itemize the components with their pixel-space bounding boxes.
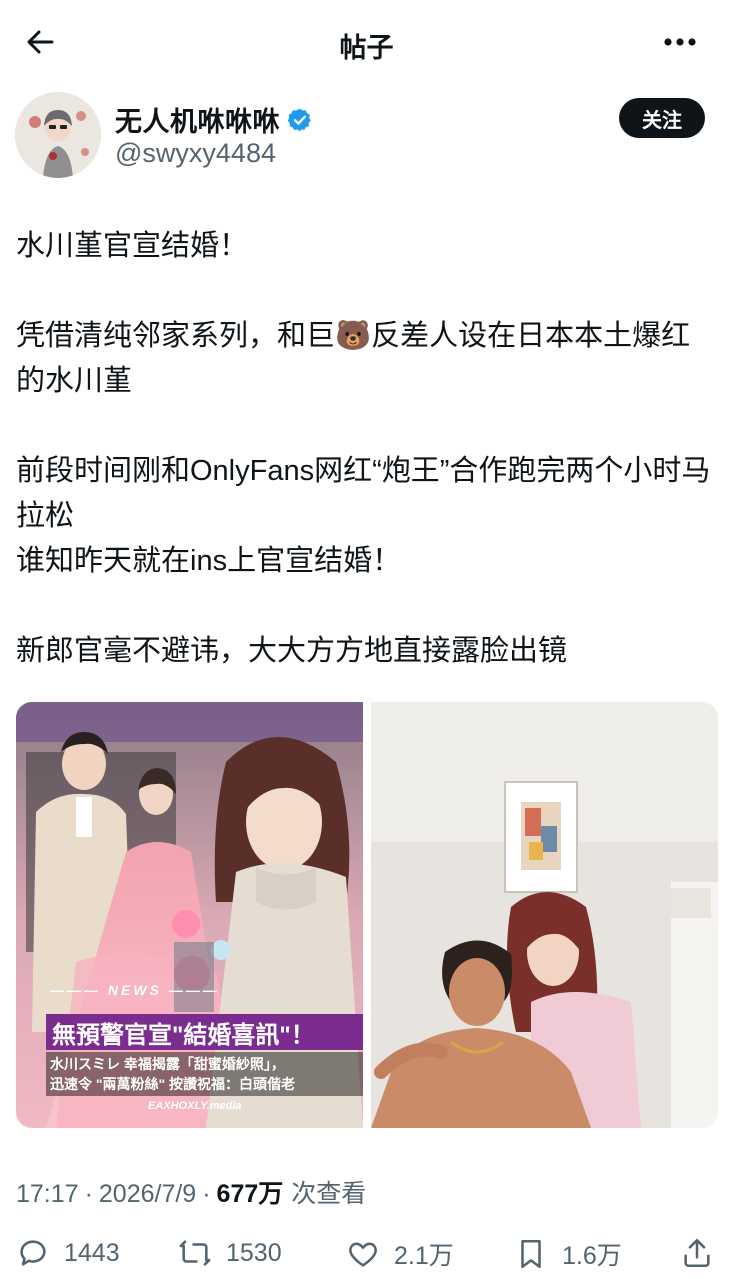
meta-separator: · <box>84 1180 93 1208</box>
post-meta: 17:17 · 2026/7/9 · 677万 次查看 <box>16 1174 366 1210</box>
bookmark-icon <box>521 1239 541 1269</box>
post-paragraph: 前段时间刚和OnlyFans网红“炮王”合作跑完两个小时马拉松 谁知昨天就在in… <box>16 455 711 577</box>
name-row: 无人机咻咻咻 <box>115 100 313 139</box>
follow-button[interactable]: 关注 <box>619 98 705 138</box>
media-image-wedding[interactable]: ——— NEWS ——— 無預警官宣"結婚喜訊"！ 水川スミレ 幸福揭露「甜蜜婚… <box>16 702 363 1128</box>
post-time: 17:17 <box>16 1180 79 1208</box>
more-options-icon[interactable] <box>656 24 704 60</box>
post-paragraph: 凭借清纯邻家系列，和巨🐻反差人设在日本本土爆红的水川堇 <box>16 320 691 397</box>
post-paragraph: 水川堇官宣结婚！ <box>16 230 249 262</box>
reply-count: 1443 <box>64 1238 120 1267</box>
like-count: 2.1万 <box>394 1242 454 1270</box>
share-icon <box>684 1238 710 1268</box>
post-paragraph: 新郎官毫不避讳，大大方方地直接露脸出镜 <box>16 635 568 667</box>
retweet-count: 1530 <box>226 1238 282 1267</box>
view-count[interactable]: 677万 <box>217 1174 284 1210</box>
media-grid: ——— NEWS ——— 無預警官宣"結婚喜訊"！ 水川スミレ 幸福揭露「甜蜜婚… <box>16 702 718 1128</box>
retweet-button[interactable]: 1530 <box>178 1236 282 1270</box>
reply-icon <box>20 1240 46 1266</box>
bookmark-button[interactable]: 1.6万 <box>514 1236 622 1272</box>
post-text: 水川堇官宣结婚！ 凭借清纯邻家系列，和巨🐻反差人设在日本本土爆红的水川堇 前段时… <box>16 224 716 674</box>
reply-button[interactable]: 1443 <box>16 1236 120 1270</box>
action-bar: 1443 1530 2.1万 1.6万 <box>16 1236 716 1276</box>
subline-text: 水川スミレ 幸福揭露「甜蜜婚紗照」， <box>50 1056 285 1072</box>
top-bar: 帖子 <box>0 0 733 84</box>
page-title: 帖子 <box>339 33 394 63</box>
headline-caption: 無預警官宣"結婚喜訊"！ <box>46 1014 363 1050</box>
like-button[interactable]: 2.1万 <box>346 1236 454 1272</box>
bookmark-count: 1.6万 <box>562 1242 622 1270</box>
view-count-label: 次查看 <box>291 1180 367 1208</box>
watermark: EAXHOXLY.media <box>148 1100 242 1112</box>
author-block: 无人机咻咻咻 @swyxy4484 关注 <box>15 92 715 182</box>
meta-separator: · <box>202 1180 211 1208</box>
retweet-icon <box>179 1240 211 1266</box>
heart-icon <box>349 1242 377 1267</box>
verified-badge-icon <box>287 108 311 131</box>
display-name[interactable]: 无人机咻咻咻 <box>115 100 280 139</box>
subline-caption: 水川スミレ 幸福揭露「甜蜜婚紗照」， 迅速令 "兩萬粉絲" 按讚祝福：白頭偕老 <box>46 1052 363 1096</box>
user-handle[interactable]: @swyxy4484 <box>115 138 276 169</box>
avatar[interactable] <box>15 92 101 178</box>
subline-text: 迅速令 "兩萬粉絲" 按讚祝福：白頭偕老 <box>50 1076 296 1092</box>
post-date: 2026/7/9 <box>98 1180 197 1208</box>
media-image-couple[interactable] <box>371 702 718 1128</box>
share-button[interactable] <box>680 1236 714 1270</box>
news-tag: ——— NEWS ——— <box>50 982 217 998</box>
